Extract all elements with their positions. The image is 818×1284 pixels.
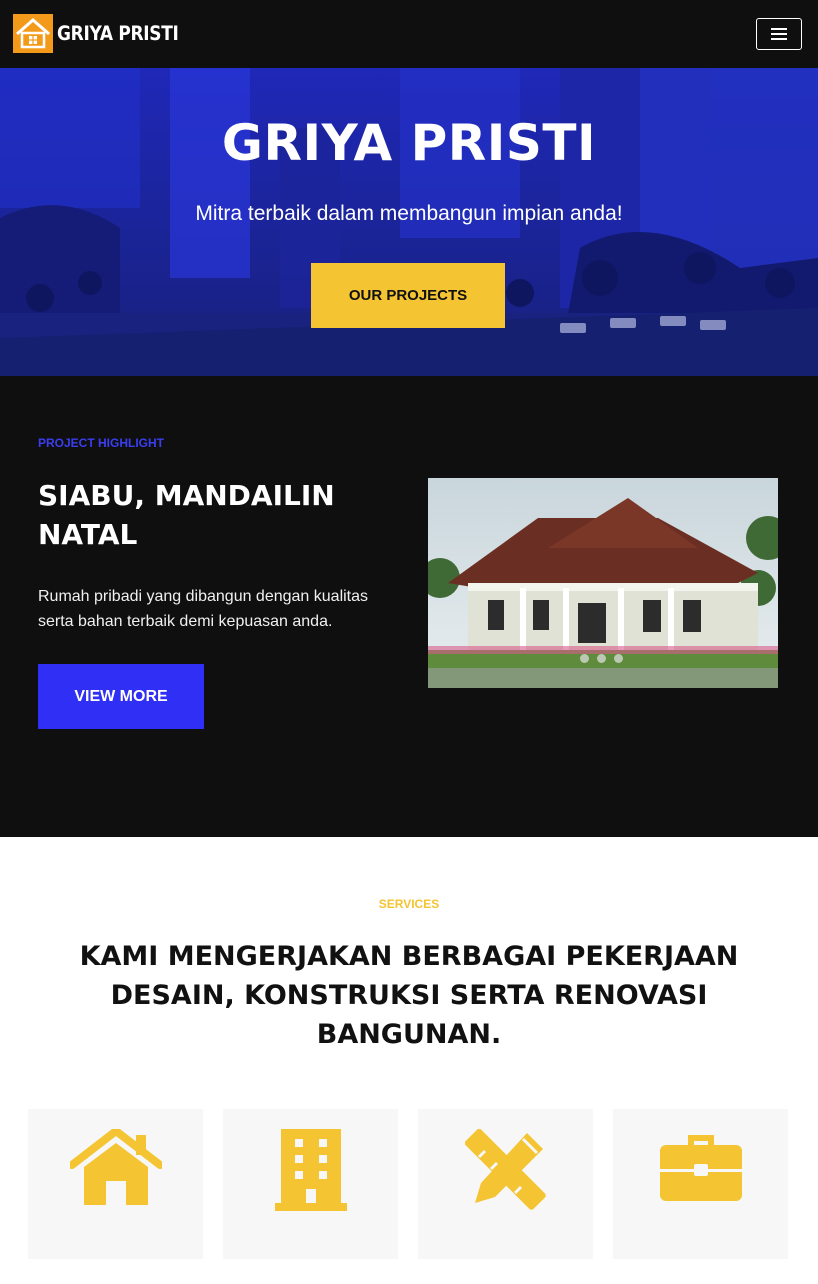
service-card-building[interactable]: [223, 1109, 398, 1259]
building-icon: [274, 1129, 347, 1211]
hero-title: GRIYA PRISTI: [221, 114, 597, 172]
services-section: SERVICES KAMI MENGERJAKAN BERBAGAI PEKER…: [0, 837, 818, 1284]
pencil-ruler-icon: [464, 1129, 546, 1210]
hero-subtitle: Mitra terbaik dalam membangun impian and…: [195, 202, 623, 225]
briefcase-icon: [659, 1135, 742, 1201]
project-highlight-section: PROJECT HIGHLIGHT SIABU, MANDAILIN NATAL…: [0, 376, 818, 837]
project-title: SIABU, MANDAILIN NATAL: [38, 479, 335, 551]
brand-name: GRIYA PRISTI: [57, 22, 179, 45]
slider-dot[interactable]: [614, 654, 623, 663]
site-header: GRIYA PRISTI: [0, 0, 818, 68]
our-projects-button[interactable]: OUR PROJECTS: [311, 263, 505, 328]
view-more-button[interactable]: VIEW MORE: [38, 664, 204, 729]
menu-toggle-button[interactable]: [756, 18, 802, 50]
hero-section: GRIYA PRISTI Mitra terbaik dalam membang…: [0, 68, 818, 376]
slider-dot[interactable]: [580, 654, 589, 663]
home-icon: [69, 1129, 162, 1205]
service-card-design[interactable]: [418, 1109, 593, 1259]
service-card-home[interactable]: [28, 1109, 203, 1259]
brand-logo[interactable]: GRIYA PRISTI: [13, 14, 179, 53]
section-tag: PROJECT HIGHLIGHT: [38, 436, 165, 450]
hamburger-icon: [771, 28, 787, 40]
slider-dots: [580, 654, 623, 663]
project-image-slider[interactable]: [428, 478, 778, 688]
service-card-business[interactable]: [613, 1109, 788, 1259]
services-title: KAMI MENGERJAKAN BERBAGAI PEKERJAAN DESA…: [79, 941, 739, 1050]
house-logo-icon: [13, 14, 53, 53]
slider-dot[interactable]: [597, 654, 606, 663]
project-description: Rumah pribadi yang dibangun dengan kuali…: [38, 588, 369, 630]
section-tag: SERVICES: [378, 897, 440, 911]
